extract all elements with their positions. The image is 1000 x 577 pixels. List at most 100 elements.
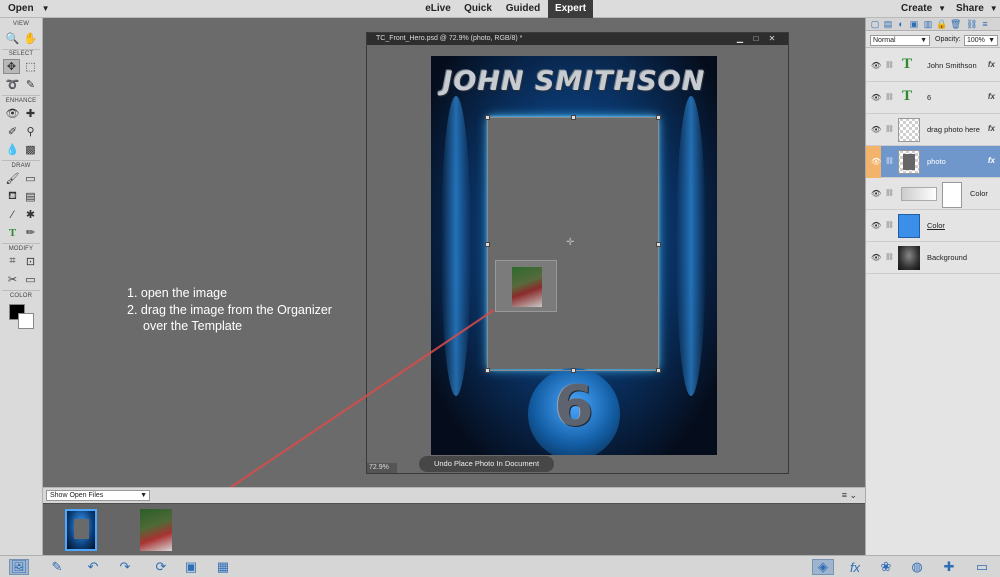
dragged-photo-thumbnail[interactable] xyxy=(495,260,557,312)
document-title-bar[interactable]: TC_Front_Hero.psd @ 72.9% (photo, RGB/8)… xyxy=(367,33,788,45)
pencil-tool-icon[interactable]: ✏ xyxy=(22,225,39,240)
hand-tool-icon[interactable]: ✋ xyxy=(22,31,39,46)
paint-bucket-tool-icon[interactable]: ⛾ xyxy=(4,189,21,204)
smart-brush-tool-icon[interactable]: ✐ xyxy=(4,124,21,139)
effects-icon[interactable]: fx xyxy=(846,559,864,575)
layer-thumbnail xyxy=(898,150,920,174)
layer-link-icon[interactable]: ⛓ xyxy=(885,253,894,261)
tab-elive[interactable]: eLive xyxy=(418,0,458,18)
visibility-eye-icon[interactable]: 👁 xyxy=(871,189,881,198)
brush-tool-icon[interactable]: 🖌 xyxy=(4,171,21,186)
blur-tool-icon[interactable]: 💧 xyxy=(4,142,21,157)
opacity-input[interactable]: 100% ▼ xyxy=(964,35,998,46)
poster-canvas[interactable]: JOHN SMITHSON 6 xyxy=(431,56,717,455)
more-icon[interactable]: ▭ xyxy=(971,559,993,575)
move-tool-icon[interactable]: ✥ xyxy=(3,59,20,74)
caret-down-icon: ▼ xyxy=(140,492,147,499)
clone-stamp-tool-icon[interactable]: ⚲ xyxy=(22,124,39,139)
layer-thumbnail xyxy=(898,246,920,270)
content-aware-move-tool-icon[interactable]: ✂ xyxy=(4,272,21,287)
layer-row-drag-photo-here[interactable]: 👁 ⛓ drag photo here fx xyxy=(866,114,1000,146)
layer-link-icon[interactable]: ⛓ xyxy=(885,61,894,69)
layout-icon[interactable]: ▣ xyxy=(182,559,200,575)
lock-icon[interactable]: 🔒 xyxy=(936,19,947,29)
panel-menu-icon[interactable]: ≡ xyxy=(980,19,990,29)
layer-row-john-smithson[interactable]: 👁 ⛓ T John Smithson fx xyxy=(866,50,1000,82)
create-menu[interactable]: Create ▼ xyxy=(901,3,946,14)
share-menu[interactable]: Share ▼ xyxy=(956,3,998,14)
marquee-tool-icon[interactable]: ⬚ xyxy=(22,59,39,74)
delete-layer-icon[interactable]: 🗑 xyxy=(950,19,961,29)
layer-style-fx-icon[interactable]: fx xyxy=(988,92,995,101)
custom-shape-tool-icon[interactable]: ✱ xyxy=(22,207,39,222)
rotate-icon[interactable]: ⟳ xyxy=(150,559,172,575)
styles-icon[interactable]: ◍ xyxy=(908,559,926,575)
layer-style-fx-icon[interactable]: fx xyxy=(988,156,995,165)
gradient-tool-icon[interactable]: ▤ xyxy=(22,189,39,204)
photo-bin-icon[interactable]: 🖼 xyxy=(9,559,29,575)
new-group-icon[interactable]: ▤ xyxy=(883,19,893,29)
layer-row-background[interactable]: 👁 ⛓ Background xyxy=(866,242,1000,274)
link-icon[interactable]: ⛓ xyxy=(966,19,977,29)
layer-style-fx-icon[interactable]: fx xyxy=(988,60,995,69)
new-layer-icon[interactable]: ▢ xyxy=(870,19,880,29)
spot-healing-tool-icon[interactable]: ✚ xyxy=(22,106,39,121)
photo-bin xyxy=(43,503,865,555)
graphics-icon[interactable]: ✚ xyxy=(940,559,958,575)
layer-name: Background xyxy=(927,253,968,262)
visibility-eye-icon[interactable]: 👁 xyxy=(871,253,881,262)
lock-transparency-icon[interactable]: ▥ xyxy=(923,19,933,29)
layer-link-icon[interactable]: ⛓ xyxy=(885,93,894,101)
close-icon[interactable]: ✕ xyxy=(765,34,779,44)
bin-thumb-template[interactable] xyxy=(65,509,97,551)
layer-row-color-adjustment[interactable]: 👁 ⛓ Color xyxy=(866,178,1000,210)
layer-link-icon[interactable]: ⛓ xyxy=(885,189,894,197)
visibility-eye-icon[interactable]: 👁 xyxy=(871,93,881,102)
visibility-eye-icon[interactable]: 👁 xyxy=(871,157,881,166)
red-eye-tool-icon[interactable]: 👁 xyxy=(4,106,21,121)
tab-quick[interactable]: Quick xyxy=(460,0,496,18)
layer-link-icon[interactable]: ⛓ xyxy=(885,221,894,229)
eyedropper-tool-icon[interactable]: ⁄ xyxy=(4,207,21,222)
redo-icon[interactable]: ↷ xyxy=(116,559,134,575)
bin-options-icon[interactable]: ≡ ⌄ xyxy=(842,490,857,501)
lasso-tool-icon[interactable]: ➰ xyxy=(4,77,21,92)
filters-icon[interactable]: ❀ xyxy=(877,559,895,575)
quick-selection-tool-icon[interactable]: ✎ xyxy=(22,77,39,92)
tab-guided[interactable]: Guided xyxy=(500,0,546,18)
blend-mode-dropdown[interactable]: Normal ▼ xyxy=(870,35,930,46)
layer-row-photo[interactable]: 👁 ⛓ photo fx xyxy=(866,146,1000,178)
visibility-eye-icon[interactable]: 👁 xyxy=(871,61,881,70)
straighten-tool-icon[interactable]: ▭ xyxy=(22,272,39,287)
divider xyxy=(2,95,40,96)
crop-tool-icon[interactable]: ⌗ xyxy=(4,254,21,269)
undo-icon[interactable]: ↶ xyxy=(84,559,102,575)
instructions-text: 1. open the image 2. drag the image from… xyxy=(127,285,332,335)
undo-toast[interactable]: Undo Place Photo In Document xyxy=(419,456,554,472)
recompose-tool-icon[interactable]: ⊡ xyxy=(22,254,39,269)
bin-thumb-photo[interactable] xyxy=(140,509,172,551)
minimize-icon[interactable]: ▁ xyxy=(733,34,747,44)
layers-icon[interactable]: ◈ xyxy=(812,559,834,575)
tool-options-icon[interactable]: ✎ xyxy=(48,559,66,575)
layer-style-fx-icon[interactable]: fx xyxy=(988,124,995,133)
zoom-tool-icon[interactable]: 🔍 xyxy=(4,31,21,46)
organizer-icon[interactable]: ▦ xyxy=(214,559,232,575)
type-tool-icon[interactable]: T xyxy=(4,225,21,240)
sponge-tool-icon[interactable]: ▩ xyxy=(22,142,39,157)
visibility-eye-icon[interactable]: 👁 xyxy=(871,125,881,134)
maximize-icon[interactable]: □ xyxy=(749,34,763,44)
layer-link-icon[interactable]: ⛓ xyxy=(885,125,894,133)
layer-mask-icon[interactable]: ▣ xyxy=(909,19,919,29)
background-color-swatch[interactable] xyxy=(18,313,34,329)
layer-row-color-fill[interactable]: 👁 ⛓ Color xyxy=(866,210,1000,242)
caret-down-icon: ▼ xyxy=(988,37,995,44)
layer-row-6[interactable]: 👁 ⛓ T 6 fx xyxy=(866,82,1000,114)
tab-expert[interactable]: Expert xyxy=(548,0,593,18)
open-menu[interactable]: Open ▼ xyxy=(8,3,49,14)
show-open-files-dropdown[interactable]: Show Open Files ▼ xyxy=(46,490,150,501)
visibility-eye-icon[interactable]: 👁 xyxy=(871,221,881,230)
adjustment-layer-icon[interactable]: ◐ xyxy=(896,19,906,29)
eraser-tool-icon[interactable]: ▭ xyxy=(22,171,39,186)
layer-link-icon[interactable]: ⛓ xyxy=(885,157,894,165)
